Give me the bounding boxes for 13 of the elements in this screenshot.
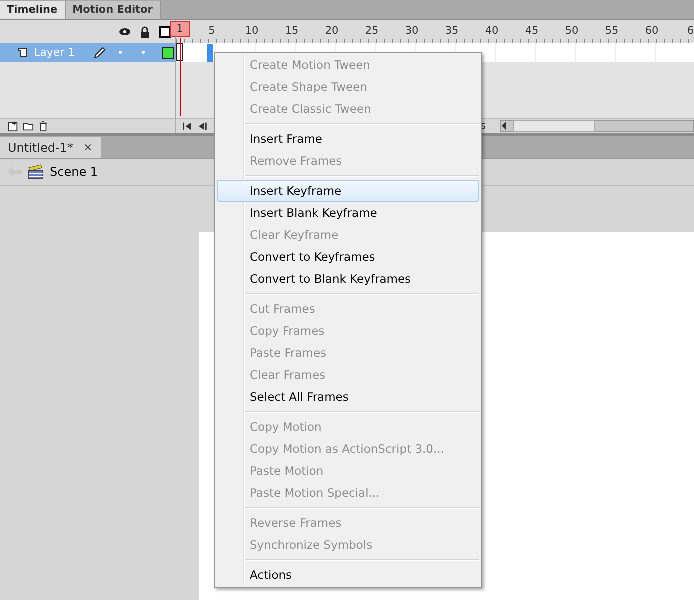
frame-number: 60 [644,25,660,38]
frame-number: 45 [524,25,540,38]
frame-number: 55 [604,25,620,38]
frame-number: 15 [284,25,300,38]
frame-number: 40 [484,25,500,38]
frame-number: 25 [364,25,380,38]
frame-number: 6 [686,25,694,38]
frame-number: 5 [208,25,216,38]
frame-number: 10 [244,25,260,38]
frame-number: 50 [564,25,580,38]
frame-number: 35 [444,25,460,38]
frame-number: 30 [404,25,420,38]
frame-number: 20 [324,25,340,38]
